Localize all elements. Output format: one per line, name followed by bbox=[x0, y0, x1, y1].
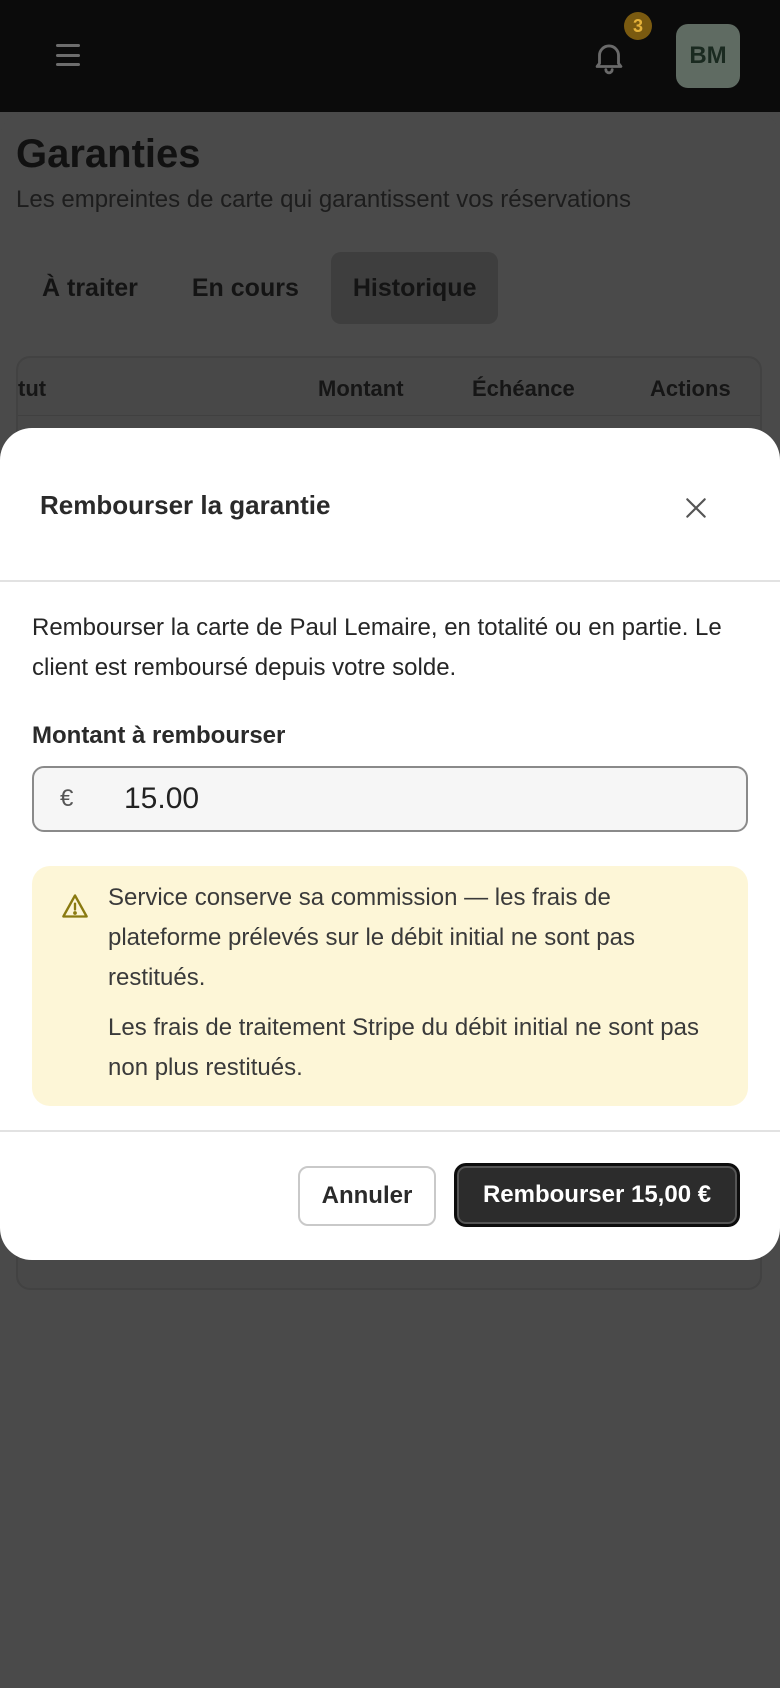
modal-title: Rembourser la garantie bbox=[40, 490, 331, 520]
currency-symbol: € bbox=[60, 785, 74, 812]
page-title: Garanties bbox=[16, 132, 201, 176]
amount-value[interactable]: 15.00 bbox=[124, 782, 199, 816]
tab-a-traiter[interactable]: À traiter bbox=[20, 252, 160, 324]
column-header-montant: Montant bbox=[318, 376, 404, 401]
modal-description: Rembourser la carte de Paul Lemaire, en … bbox=[32, 614, 722, 681]
refund-modal: Rembourser la garantie Rembourser la car… bbox=[0, 428, 780, 1260]
modal-footer-divider bbox=[0, 1130, 780, 1132]
commission-warning: Service conserve sa commission — les fra… bbox=[32, 866, 748, 1106]
menu-icon[interactable] bbox=[52, 40, 84, 70]
close-icon bbox=[686, 498, 706, 518]
tab-historique[interactable]: Historique bbox=[330, 252, 499, 324]
bell-icon[interactable] bbox=[590, 38, 628, 76]
tab-en-cours[interactable]: En cours bbox=[170, 252, 321, 324]
column-header-echeance: Échéance bbox=[472, 376, 575, 401]
warning-text-commission: Service conserve sa commission — les fra… bbox=[108, 884, 635, 991]
close-button[interactable] bbox=[676, 488, 716, 528]
modal-header-divider bbox=[0, 580, 780, 582]
notification-count-badge: 3 bbox=[624, 12, 652, 40]
column-header-statut: tut bbox=[18, 376, 47, 401]
table-header: tut Montant Échéance Actions bbox=[18, 358, 760, 416]
amount-input[interactable]: € 15.00 bbox=[32, 766, 748, 832]
top-bar: 3 BM bbox=[0, 0, 780, 112]
page-subtitle: Les empreintes de carte qui garantissent… bbox=[16, 186, 631, 213]
cancel-button[interactable]: Annuler bbox=[298, 1166, 436, 1226]
avatar[interactable]: BM bbox=[676, 24, 740, 88]
warning-text-stripe: Les frais de traitement Stripe du débit … bbox=[108, 1014, 699, 1081]
column-header-actions: Actions bbox=[650, 376, 731, 401]
tabs: À traiter En cours Historique bbox=[20, 252, 499, 324]
confirm-refund-button[interactable]: Rembourser 15,00 € bbox=[454, 1163, 740, 1227]
amount-label: Montant à rembourser bbox=[32, 722, 286, 749]
warning-triangle-icon bbox=[62, 894, 88, 918]
